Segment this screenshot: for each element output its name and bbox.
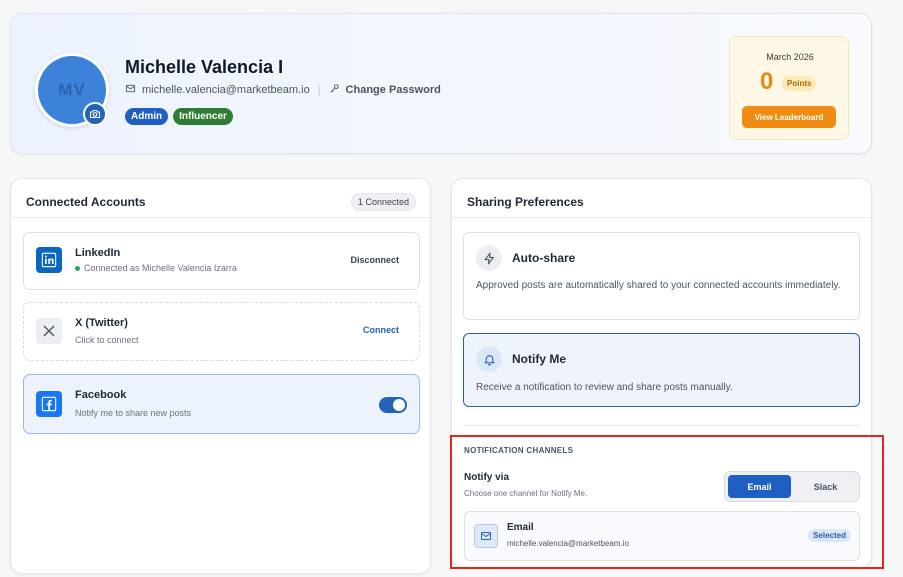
key-icon: [329, 83, 340, 97]
view-leaderboard-button[interactable]: View Leaderboard: [742, 106, 836, 128]
notify-via-hint: Choose one channel for Notify Me.: [464, 489, 588, 498]
account-name: LinkedIn: [75, 247, 121, 259]
profile-card: MV Michelle Valencia I michelle.valencia…: [10, 13, 872, 154]
notify-via-label: Notify via: [464, 472, 510, 483]
notification-channels-title: NOTIFICATION CHANNELS: [464, 446, 574, 455]
profile-name: Michelle Valencia I: [125, 57, 284, 77]
account-name: X (Twitter): [75, 317, 128, 329]
toggle-knob: [393, 399, 405, 411]
email-channel-card: Email michelle.valencia@marketbeam.io Se…: [464, 511, 860, 561]
avatar-initials: MV: [58, 80, 86, 99]
connected-dot: [75, 265, 80, 271]
account-status-text: Connected as Michelle Valencia Izarra: [84, 263, 237, 273]
option-description: Approved posts are automatically shared …: [476, 280, 841, 291]
option-description: Receive a notification to review and sha…: [476, 382, 733, 393]
option-auto-share[interactable]: Auto-share Approved posts are automatica…: [463, 232, 860, 320]
connect-button[interactable]: Connect: [363, 325, 399, 335]
points-value: 0: [760, 68, 774, 95]
divider: [452, 217, 871, 218]
mail-icon: [474, 524, 498, 548]
bell-icon: [476, 346, 502, 372]
channel-value: michelle.valencia@marketbeam.io: [507, 539, 629, 548]
account-name: Facebook: [75, 389, 127, 401]
option-title: Notify Me: [512, 352, 566, 366]
disconnect-button[interactable]: Disconnect: [350, 255, 399, 265]
lightning-icon: [476, 245, 502, 271]
sharing-preferences-card: Sharing Preferences Auto-share Approved …: [451, 178, 872, 568]
x-twitter-icon: [36, 318, 62, 344]
section-divider: [463, 425, 860, 426]
connected-accounts-card: Connected Accounts 1 Connected LinkedIn …: [10, 178, 431, 574]
account-row-facebook: Facebook Notify me to share new posts: [23, 374, 420, 434]
mail-icon: [125, 83, 136, 97]
account-status: Connected as Michelle Valencia Izarra: [75, 263, 237, 273]
segment-email[interactable]: Email: [728, 475, 791, 498]
sharing-preferences-title: Sharing Preferences: [467, 195, 584, 209]
meta-separator: |: [317, 84, 321, 96]
facebook-icon: [36, 391, 62, 417]
connected-accounts-title: Connected Accounts: [26, 195, 146, 209]
option-notify-me[interactable]: Notify Me Receive a notification to revi…: [463, 333, 860, 407]
account-status-text: Click to connect: [75, 335, 139, 345]
selected-badge: Selected: [808, 529, 851, 542]
profile-email: michelle.valencia@marketbeam.io: [142, 84, 310, 96]
role-badges: Admin Influencer: [125, 108, 233, 125]
channel-title: Email: [507, 522, 534, 533]
connected-count-badge: 1 Connected: [350, 193, 416, 211]
points-box: March 2026 0 Points View Leaderboard: [729, 36, 849, 140]
badge-admin: Admin: [125, 108, 169, 125]
profile-meta: michelle.valencia@marketbeam.io | Change…: [125, 83, 441, 97]
badge-influencer: Influencer: [173, 108, 233, 125]
segment-slack[interactable]: Slack: [794, 475, 857, 498]
account-row-linkedin: LinkedIn Connected as Michelle Valencia …: [23, 232, 420, 290]
facebook-notify-toggle[interactable]: [379, 397, 407, 413]
points-month: March 2026: [766, 52, 814, 62]
divider: [11, 217, 430, 218]
change-password-link[interactable]: Change Password: [346, 84, 441, 96]
linkedin-icon: [36, 247, 62, 273]
channel-segmented-control: Email Slack: [724, 471, 860, 502]
option-title: Auto-share: [512, 251, 576, 265]
points-label: Points: [782, 76, 817, 91]
account-row-x: X (Twitter) Click to connect Connect: [23, 302, 420, 361]
account-status-text: Notify me to share new posts: [75, 408, 192, 418]
camera-icon[interactable]: [83, 102, 107, 126]
